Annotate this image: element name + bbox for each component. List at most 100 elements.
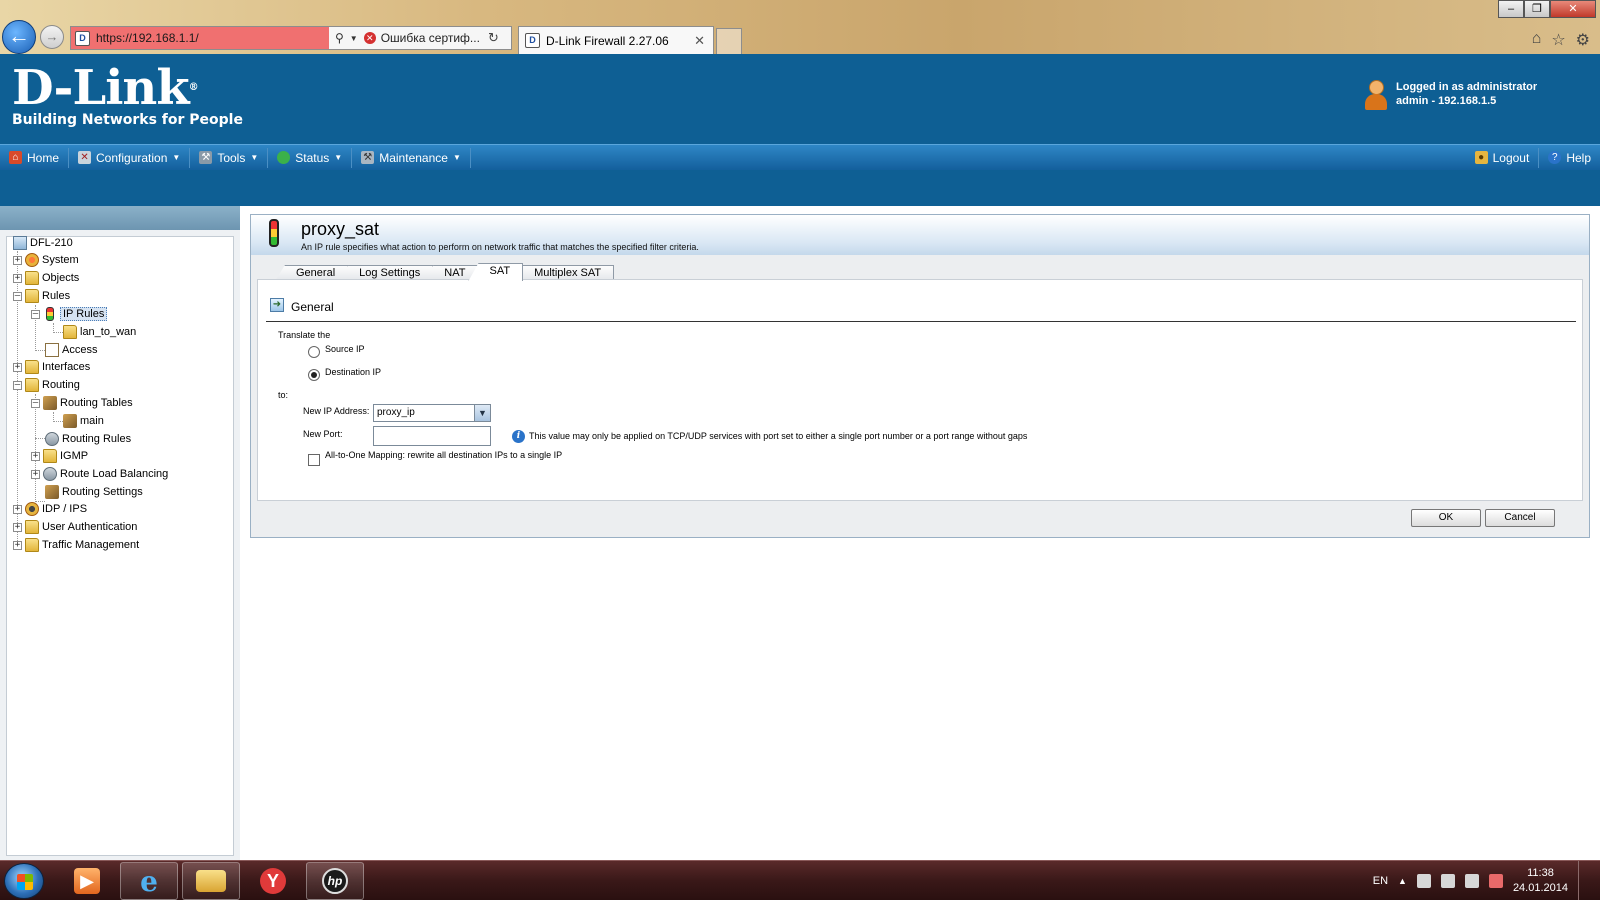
cancel-button[interactable]: Cancel [1485,509,1555,527]
destination-ip-radio[interactable] [308,369,320,381]
tree-item-access[interactable]: Access [45,342,97,358]
tree-item-traffic-management[interactable]: + Traffic Management [13,537,139,553]
new-tab-button[interactable] [716,28,742,54]
taskbar-explorer[interactable] [182,862,240,900]
dlink-logo: D-Link® Building Networks for People [12,64,243,128]
lock-icon: ● [1474,151,1488,164]
menu-logout[interactable]: ● Logout [1466,147,1540,168]
tree-item-ip-rules[interactable]: – IP Rules [31,306,108,322]
device-icon[interactable] [1416,874,1431,888]
source-ip-radio[interactable] [308,346,320,358]
back-button[interactable]: ← [2,20,36,54]
chevron-down-icon[interactable]: ▼ [350,34,358,43]
internet-explorer-icon: e [140,864,158,898]
expand-icon[interactable]: + [13,273,22,283]
tree-item-main[interactable]: main [63,413,104,429]
page-header: proxy_sat An IP rule specifies what acti… [251,215,1589,255]
collapse-icon[interactable]: – [31,398,40,408]
tree-item-routing-tables[interactable]: – Routing Tables [31,395,133,411]
show-desktop-button[interactable] [1578,861,1590,900]
restore-button[interactable]: ❐ [1524,0,1550,18]
configuration-icon: ✕ [78,151,92,164]
language-indicator[interactable]: EN [1373,875,1388,887]
page-title: proxy_sat [301,219,380,239]
home-icon[interactable]: ⌂ [1532,30,1542,50]
registered-icon: ® [188,82,199,93]
chevron-down-icon: ▼ [172,153,181,162]
tree-item-rules[interactable]: – Rules [13,288,70,304]
all-to-one-checkbox[interactable] [308,454,320,466]
menu-tools[interactable]: ⚒ Tools ▼ [190,147,269,168]
start-button[interactable] [4,863,44,899]
collapse-icon[interactable]: – [31,309,40,319]
expand-icon[interactable]: + [13,362,22,372]
section-title: General [291,300,334,314]
destination-ip-label: Destination IP [325,367,382,377]
tree-item-lan-to-wan[interactable]: lan_to_wan [63,324,136,340]
star-icon[interactable]: ☆ [1551,30,1565,50]
menu-status[interactable]: Status ▼ [268,147,353,168]
ok-button[interactable]: OK [1411,509,1481,527]
to-label: to: [278,390,289,400]
network-icon[interactable] [1464,874,1479,888]
collapse-icon[interactable]: – [13,291,22,301]
forward-button[interactable]: → [40,25,64,49]
search-icon[interactable]: ⚲ [335,31,344,45]
traffic-light-icon [269,219,279,247]
expand-icon[interactable]: + [13,522,22,532]
tree-item-routing-rules[interactable]: Routing Rules [45,431,131,447]
refresh-icon[interactable]: ↻ [488,30,499,46]
expand-icon[interactable]: + [13,540,22,550]
expand-icon[interactable]: + [13,255,22,265]
minimize-button[interactable]: – [1498,0,1524,18]
action-center-icon[interactable] [1488,874,1503,888]
tab-content: ➜ General Translate the Source IP Destin… [257,279,1583,501]
taskbar-internet-explorer[interactable]: e [120,862,178,900]
tree-label: System [42,254,79,266]
tree-item-dfl-210[interactable]: DFL-210 [13,235,73,251]
rule-icon [63,325,77,339]
taskbar-hp[interactable]: hp [306,862,364,900]
windows-logo-icon [17,874,33,890]
tree-item-idp-ips[interactable]: + IDP / IPS [13,501,87,517]
settings-icon [45,485,59,499]
new-ip-select[interactable]: proxy_ip ▼ [373,404,491,422]
clock[interactable]: 11:38 24.01.2014 [1513,866,1568,896]
menu-configuration[interactable]: ✕ Configuration ▼ [69,147,191,168]
tree-label: Routing [42,379,80,391]
igmp-icon [43,449,57,463]
tree-item-routing[interactable]: – Routing [13,377,80,393]
chevron-down-icon[interactable]: ▼ [474,405,490,421]
menu-home[interactable]: ⌂ Home [0,147,70,168]
address-url[interactable]: D https://192.168.1.1/ [71,27,329,49]
taskbar-media-player[interactable]: ▶ [58,862,116,900]
address-bar[interactable]: D https://192.168.1.1/ ⚲ ▼ ✕ Ошибка серт… [70,26,512,50]
tree-item-user-authentication[interactable]: + User Authentication [13,519,137,535]
tab-title: D-Link Firewall 2.27.06 [546,33,669,48]
tree-item-igmp[interactable]: + IGMP [31,448,88,464]
dlink-favicon-icon: D [525,33,540,48]
collapse-icon[interactable]: – [13,380,22,390]
tree-item-route-load-balancing[interactable]: + Route Load Balancing [31,466,168,482]
menu-help[interactable]: ? Help [1539,148,1600,168]
taskbar-yandex[interactable]: Y [244,862,302,900]
tree-item-objects[interactable]: + Objects [13,270,79,286]
rule-editor: proxy_sat An IP rule specifies what acti… [250,214,1590,538]
browser-tab-active[interactable]: D D-Link Firewall 2.27.06 ✕ [518,26,714,54]
expand-icon[interactable]: + [31,469,40,479]
show-hidden-icons[interactable]: ▲ [1398,876,1407,886]
gear-icon[interactable]: ⚙ [1576,30,1590,50]
expand-icon[interactable]: + [13,504,22,514]
volume-icon[interactable] [1440,874,1455,888]
new-port-input[interactable] [373,426,491,446]
expand-icon[interactable]: + [31,451,40,461]
close-tab-icon[interactable]: ✕ [694,33,705,49]
chevron-down-icon: ▼ [334,153,343,162]
menu-maintenance[interactable]: ⚒ Maintenance ▼ [352,147,471,168]
tree-item-interfaces[interactable]: + Interfaces [13,359,90,375]
certificate-error[interactable]: ✕ Ошибка сертиф... [363,31,480,45]
tree-item-system[interactable]: + System [13,252,79,268]
tree-item-routing-settings[interactable]: Routing Settings [45,484,143,500]
window-close-button[interactable]: ✕ [1550,0,1596,18]
cert-error-text: Ошибка сертиф... [380,31,480,45]
